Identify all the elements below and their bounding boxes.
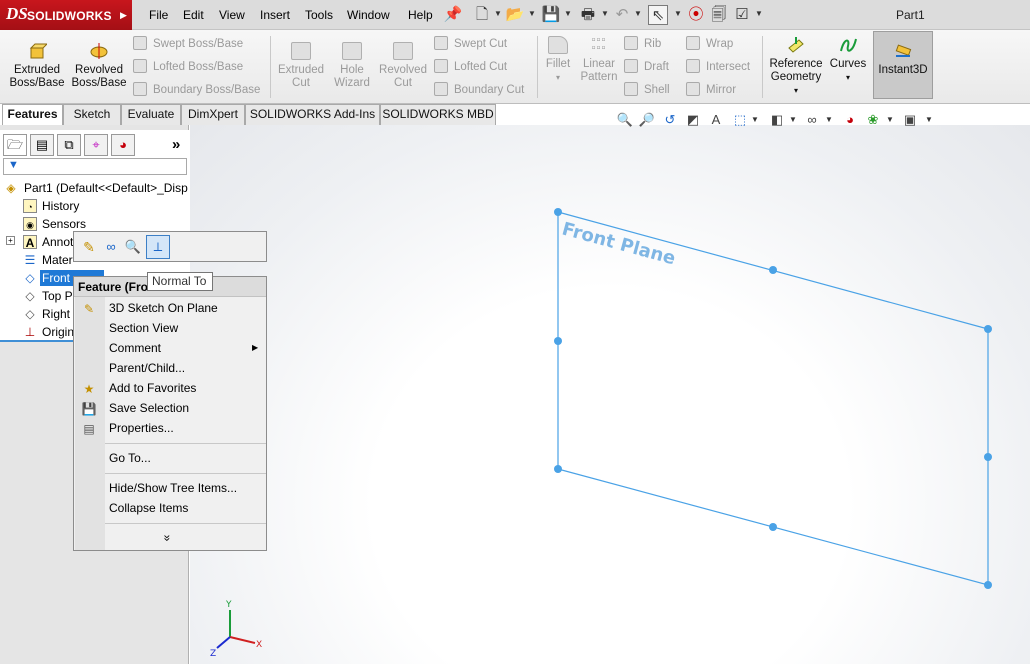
show-hide-icon[interactable]: ∞	[102, 238, 120, 256]
context-menu: Feature (Fro ✎ 3D Sketch On Plane Sectio…	[73, 276, 267, 551]
menu-add-to-favorites[interactable]: Add to Favorites	[109, 381, 196, 395]
plane-handle	[984, 581, 992, 589]
plane-handle	[769, 523, 777, 531]
normal-to-icon[interactable]: ⟂	[146, 235, 170, 259]
menu-save-selection[interactable]: Save Selection	[109, 401, 189, 415]
triad-x-label: X	[256, 640, 262, 650]
edit-sketch-icon[interactable]: ✎	[80, 238, 98, 256]
menu-hide-show-tree-items[interactable]: Hide/Show Tree Items...	[109, 481, 237, 495]
context-toolbar: ✎ ∞ 🔍 ⟂	[73, 231, 267, 262]
normal-to-tooltip: Normal To	[147, 272, 213, 291]
menu-collapse-items[interactable]: Collapse Items	[109, 501, 188, 515]
axis-triad: Y X Z	[210, 600, 262, 659]
plane-handle	[554, 465, 562, 473]
add-to-favorites-icon: ★	[83, 382, 95, 396]
zoom-to-selection-icon[interactable]: 🔍	[124, 238, 142, 256]
expand-menu-chevron-icon[interactable]: »	[160, 535, 174, 542]
context-menu-title: Feature (Fro	[78, 280, 149, 294]
triad-z-axis	[216, 636, 231, 649]
submenu-arrow-icon: ▶	[252, 343, 259, 352]
save-selection-icon: 💾	[81, 402, 97, 416]
plane-handle	[769, 266, 777, 274]
triad-y-label: Y	[225, 600, 232, 610]
menu-go-to[interactable]: Go To...	[109, 451, 151, 465]
properties-icon: ▤	[83, 422, 95, 436]
menu-properties[interactable]: Properties...	[109, 421, 174, 435]
menu-comment[interactable]: Comment	[109, 341, 161, 355]
menu-separator	[105, 473, 266, 474]
menu-separator	[105, 443, 266, 444]
menu-3d-sketch-on-plane[interactable]: 3D Sketch On Plane	[109, 301, 218, 315]
plane-handle	[554, 337, 562, 345]
triad-z-label: Z	[210, 649, 216, 659]
menu-separator	[105, 523, 266, 524]
front-plane-label: Front Plane	[560, 219, 678, 270]
menu-section-view[interactable]: Section View	[109, 321, 178, 335]
plane-handle	[554, 208, 562, 216]
plane-handles[interactable]	[554, 208, 992, 589]
3d-sketch-icon: ✎	[83, 302, 95, 316]
plane-handle	[984, 453, 992, 461]
menu-parent-child[interactable]: Parent/Child...	[109, 361, 185, 375]
plane-handle	[984, 325, 992, 333]
triad-x-axis	[229, 636, 256, 644]
